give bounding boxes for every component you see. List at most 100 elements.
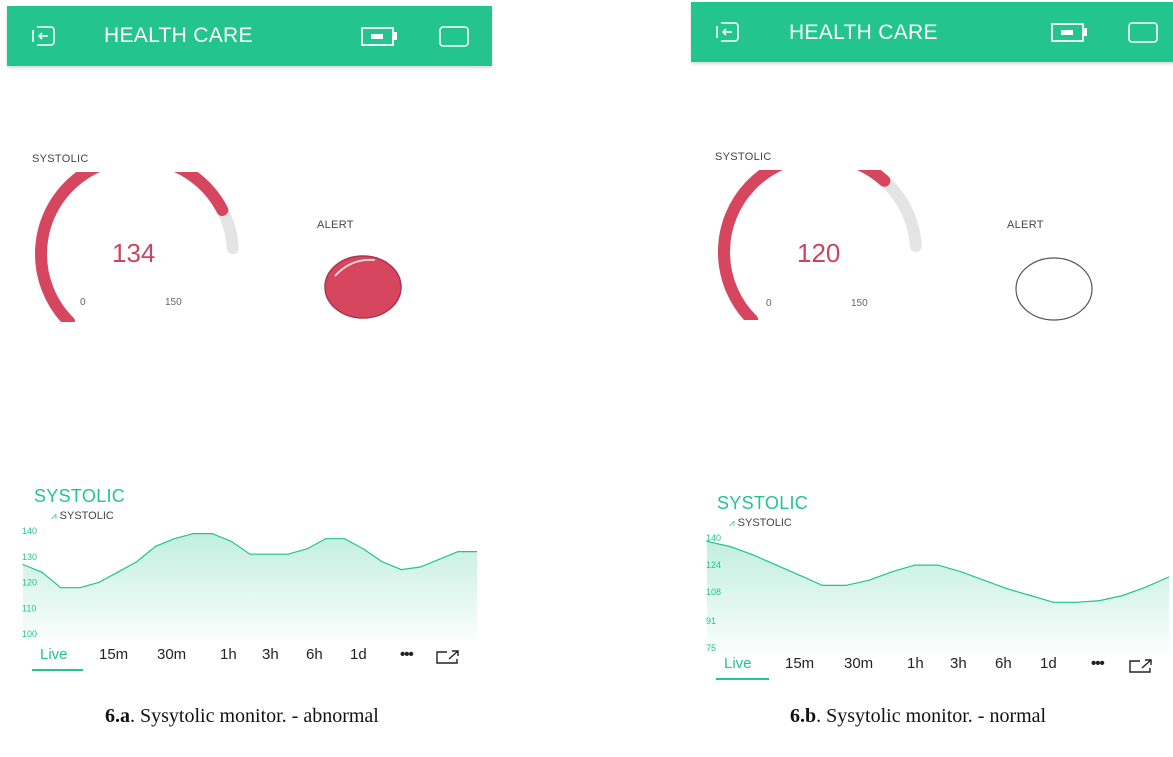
more-menu-button[interactable]: ••• — [1091, 655, 1105, 672]
chart-point — [1122, 594, 1124, 597]
tab-30m[interactable]: 30m — [157, 646, 186, 663]
expand-icon[interactable] — [435, 649, 461, 665]
tab-6h[interactable]: 6h — [306, 646, 323, 663]
tab-3h[interactable]: 3h — [950, 655, 967, 672]
square-icon[interactable] — [1128, 22, 1158, 44]
chart-point — [400, 569, 402, 571]
chart-point — [117, 571, 119, 573]
tab-30m[interactable]: 30m — [844, 655, 873, 672]
exit-icon[interactable] — [29, 24, 57, 48]
more-menu-button[interactable]: ••• — [400, 646, 414, 663]
chart-point — [729, 545, 731, 548]
chart-title: SYSTOLIC — [34, 486, 126, 506]
active-tab-underline — [716, 678, 769, 680]
tab-6h[interactable]: 6h — [995, 655, 1012, 672]
tab-live[interactable]: Live — [40, 646, 68, 663]
figure-caption-b: 6.b. Sysytolic monitor. - normal — [790, 705, 1046, 728]
time-range-tabs: Live 15m 30m 1h 3h 6h 1d ••• — [32, 646, 472, 672]
chart-point — [1006, 588, 1008, 590]
caption-number: 6.a — [105, 705, 130, 727]
chart-point — [891, 571, 893, 573]
tab-1d[interactable]: 1d — [1040, 655, 1057, 672]
gauge-value: 134 — [112, 238, 156, 268]
tab-3h[interactable]: 3h — [262, 646, 279, 663]
tab-15m[interactable]: 15m — [785, 655, 814, 672]
chart-point — [192, 533, 194, 535]
app-title: HEALTH CARE — [789, 21, 938, 44]
chart-point — [457, 551, 459, 553]
chart-title: SYSTOLIC — [717, 493, 809, 513]
battery-icon[interactable] — [1051, 22, 1089, 44]
caption-text: . Sysytolic monitor. - abnormal — [130, 705, 379, 727]
chart-point — [983, 579, 985, 581]
chart-legend: ⩘ SYSTOLIC — [51, 510, 114, 522]
active-tab-underline — [32, 669, 83, 671]
y-tick-label: 120 — [22, 578, 37, 588]
chart-point — [325, 538, 327, 540]
chart-point — [1099, 600, 1101, 602]
chart-point — [438, 558, 440, 560]
y-tick-label: 110 — [22, 603, 36, 613]
line-chart-icon: ⩘ — [729, 518, 735, 529]
legend-label: SYSTOLIC — [737, 517, 792, 529]
y-tick-label: 140 — [22, 526, 37, 536]
chart-point — [79, 587, 81, 589]
tab-1h[interactable]: 1h — [220, 646, 237, 663]
gauge-min-label: 0 — [766, 298, 772, 309]
expand-icon[interactable] — [1128, 658, 1154, 674]
chart-legend: ⩘ SYSTOLIC — [729, 517, 792, 529]
figure-caption-a: 6.a. Sysytolic monitor. - abnormal — [105, 705, 379, 728]
chart-point — [344, 538, 346, 540]
gauge-min-label: 0 — [80, 297, 86, 308]
chart-point — [98, 581, 100, 584]
chart-point — [775, 564, 777, 566]
chart-point — [1052, 601, 1055, 603]
alert-led[interactable] — [1012, 254, 1096, 324]
square-icon[interactable] — [439, 26, 469, 48]
chart-point — [230, 540, 232, 542]
chart-point — [1029, 594, 1031, 597]
tab-live[interactable]: Live — [724, 655, 752, 672]
chart-point — [914, 564, 916, 566]
chart-point — [1076, 601, 1078, 603]
caption-number: 6.b — [790, 705, 817, 727]
alert-led[interactable] — [321, 252, 405, 322]
chart-point — [287, 553, 289, 555]
chart-point — [249, 553, 251, 555]
chart-point — [211, 533, 213, 535]
gauge-label: SYSTOLIC — [32, 153, 89, 165]
app-title: HEALTH CARE — [104, 24, 253, 47]
battery-icon[interactable] — [361, 26, 399, 48]
chart-point — [868, 579, 870, 581]
chart-point — [821, 584, 824, 586]
chart-point — [1145, 586, 1147, 588]
app-header: HEALTH CARE — [7, 6, 492, 66]
y-tick-label: 100 — [22, 629, 37, 639]
y-tick-label: 140 — [706, 533, 721, 543]
phone-screen-normal: HEALTH CARE SYSTOLIC 120 0 150 ALERT SYS… — [691, 0, 1173, 700]
systolic-chart: 140 124 108 91 75 — [706, 533, 1169, 654]
gauge-max-label: 150 — [165, 297, 182, 308]
alert-label: ALERT — [1007, 219, 1044, 231]
chart-point — [937, 564, 939, 566]
chart-point — [41, 571, 43, 573]
chart-point — [154, 545, 156, 547]
chart-point — [419, 566, 421, 568]
exit-icon[interactable] — [713, 20, 741, 44]
caption-text: . Sysytolic monitor. - normal — [816, 705, 1047, 727]
alert-label: ALERT — [317, 219, 354, 231]
tab-1d[interactable]: 1d — [350, 646, 367, 663]
y-tick-label: 75 — [706, 643, 716, 653]
tab-15m[interactable]: 15m — [99, 646, 128, 663]
chart-point — [752, 554, 754, 556]
chart-area-fill — [23, 533, 477, 640]
chart-area-fill — [707, 541, 1169, 654]
line-chart-icon: ⩘ — [51, 511, 57, 522]
chart-point — [135, 561, 138, 563]
app-header: HEALTH CARE — [691, 2, 1173, 62]
tab-1h[interactable]: 1h — [907, 655, 924, 672]
chart-point — [268, 553, 270, 555]
chart-point — [798, 574, 800, 576]
y-tick-label: 124 — [706, 560, 721, 570]
gauge-value: 120 — [797, 238, 841, 268]
